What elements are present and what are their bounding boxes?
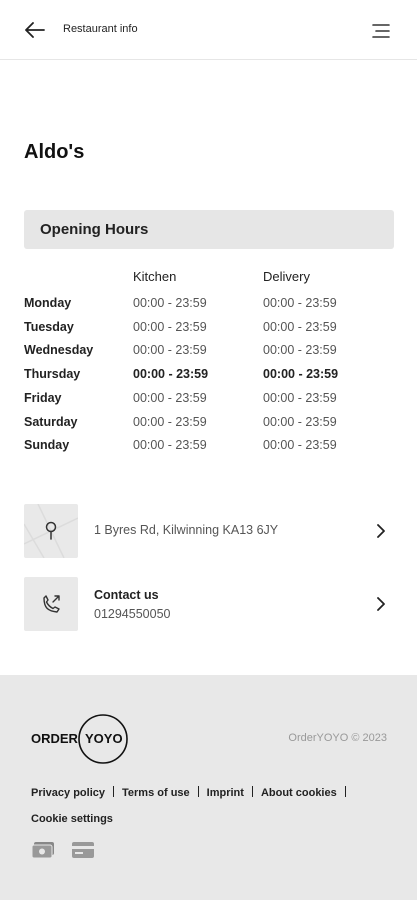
cash-icon bbox=[31, 842, 54, 859]
day-label: Saturday bbox=[24, 414, 78, 429]
map-thumbnail bbox=[24, 504, 78, 558]
hamburger-menu-icon bbox=[372, 24, 390, 38]
svg-text:YOYO: YOYO bbox=[85, 731, 123, 746]
map-pin-icon bbox=[45, 521, 57, 540]
cookie-settings-link[interactable]: Cookie settings bbox=[31, 813, 113, 825]
phone-callback-icon bbox=[43, 595, 60, 613]
delivery-hours: 00:00 - 23:59 bbox=[263, 438, 337, 453]
address-text: 1 Byres Rd, Kilwinning KA13 6JY bbox=[94, 523, 279, 537]
kitchen-column-header: Kitchen bbox=[133, 269, 177, 284]
hours-row: Thursday 00:00 - 23:59 00:00 - 23:59 bbox=[0, 367, 417, 387]
contact-row[interactable]: Contact us 01294550050 bbox=[24, 577, 394, 633]
contact-phone: 01294550050 bbox=[94, 607, 171, 621]
link-separator bbox=[197, 786, 199, 797]
hours-row: Saturday 00:00 - 23:59 00:00 - 23:59 bbox=[0, 415, 417, 435]
opening-hours-header: Opening Hours bbox=[24, 210, 394, 249]
terms-of-use-link[interactable]: Terms of use bbox=[122, 787, 190, 799]
link-separator bbox=[344, 786, 346, 797]
svg-text:ORDER: ORDER bbox=[31, 731, 79, 746]
delivery-hours: 00:00 - 23:59 bbox=[263, 367, 339, 382]
day-label: Tuesday bbox=[24, 319, 74, 334]
day-label: Monday bbox=[24, 296, 72, 310]
delivery-hours: 00:00 - 23:59 bbox=[263, 319, 337, 334]
kitchen-hours: 00:00 - 23:59 bbox=[133, 296, 207, 310]
link-separator bbox=[251, 786, 253, 797]
chevron-right-icon bbox=[377, 524, 385, 538]
day-label: Sunday bbox=[24, 438, 70, 453]
opening-hours-title: Opening Hours bbox=[40, 221, 149, 238]
hours-row: Wednesday 00:00 - 23:59 00:00 - 23:59 bbox=[0, 343, 417, 363]
delivery-hours: 00:00 - 23:59 bbox=[263, 390, 337, 405]
page-title: Restaurant info bbox=[63, 23, 138, 35]
hours-row: Sunday 00:00 - 23:59 00:00 - 23:59 bbox=[0, 438, 417, 458]
imprint-link[interactable]: Imprint bbox=[207, 787, 244, 799]
hours-row: Monday 00:00 - 23:59 00:00 - 23:59 bbox=[0, 296, 417, 316]
address-row[interactable]: 1 Byres Rd, Kilwinning KA13 6JY bbox=[24, 504, 394, 560]
kitchen-hours: 00:00 - 23:59 bbox=[133, 343, 207, 358]
kitchen-hours: 00:00 - 23:59 bbox=[133, 438, 207, 453]
day-label: Wednesday bbox=[24, 343, 94, 358]
kitchen-hours: 00:00 - 23:59 bbox=[133, 414, 207, 429]
about-cookies-link[interactable]: About cookies bbox=[261, 787, 337, 799]
hours-row: Friday 00:00 - 23:59 00:00 - 23:59 bbox=[0, 391, 417, 411]
footer: ORDER YOYO OrderYOYO © 2023 Privacy poli… bbox=[0, 675, 417, 900]
kitchen-hours: 00:00 - 23:59 bbox=[133, 319, 207, 334]
back-button[interactable] bbox=[22, 18, 48, 42]
delivery-hours: 00:00 - 23:59 bbox=[263, 414, 337, 429]
restaurant-name: Aldo's bbox=[24, 141, 85, 163]
contact-title: Contact us bbox=[94, 588, 159, 602]
chevron-right-icon bbox=[377, 597, 385, 611]
arrow-left-icon bbox=[25, 22, 45, 38]
delivery-hours: 00:00 - 23:59 bbox=[263, 343, 337, 358]
day-label: Friday bbox=[24, 390, 62, 405]
link-separator bbox=[113, 786, 114, 797]
day-label: Thursday bbox=[24, 367, 81, 382]
footer-links: Privacy policy Terms of use Imprint About c… bbox=[31, 780, 391, 832]
kitchen-hours: 00:00 - 23:59 bbox=[133, 367, 209, 382]
hours-row: Tuesday 00:00 - 23:59 00:00 - 23:59 bbox=[0, 320, 417, 340]
copyright-text: OrderYOYO © 2023 bbox=[288, 732, 387, 744]
card-icon bbox=[72, 842, 94, 858]
orderyoyo-logo: ORDER YOYO bbox=[31, 713, 131, 765]
contact-thumbnail bbox=[24, 577, 78, 631]
menu-button[interactable] bbox=[371, 22, 391, 40]
privacy-policy-link[interactable]: Privacy policy bbox=[31, 787, 105, 799]
delivery-hours: 00:00 - 23:59 bbox=[263, 296, 337, 310]
delivery-column-header: Delivery bbox=[263, 269, 310, 284]
top-app-bar: Restaurant info bbox=[0, 0, 417, 60]
kitchen-hours: 00:00 - 23:59 bbox=[133, 390, 207, 405]
